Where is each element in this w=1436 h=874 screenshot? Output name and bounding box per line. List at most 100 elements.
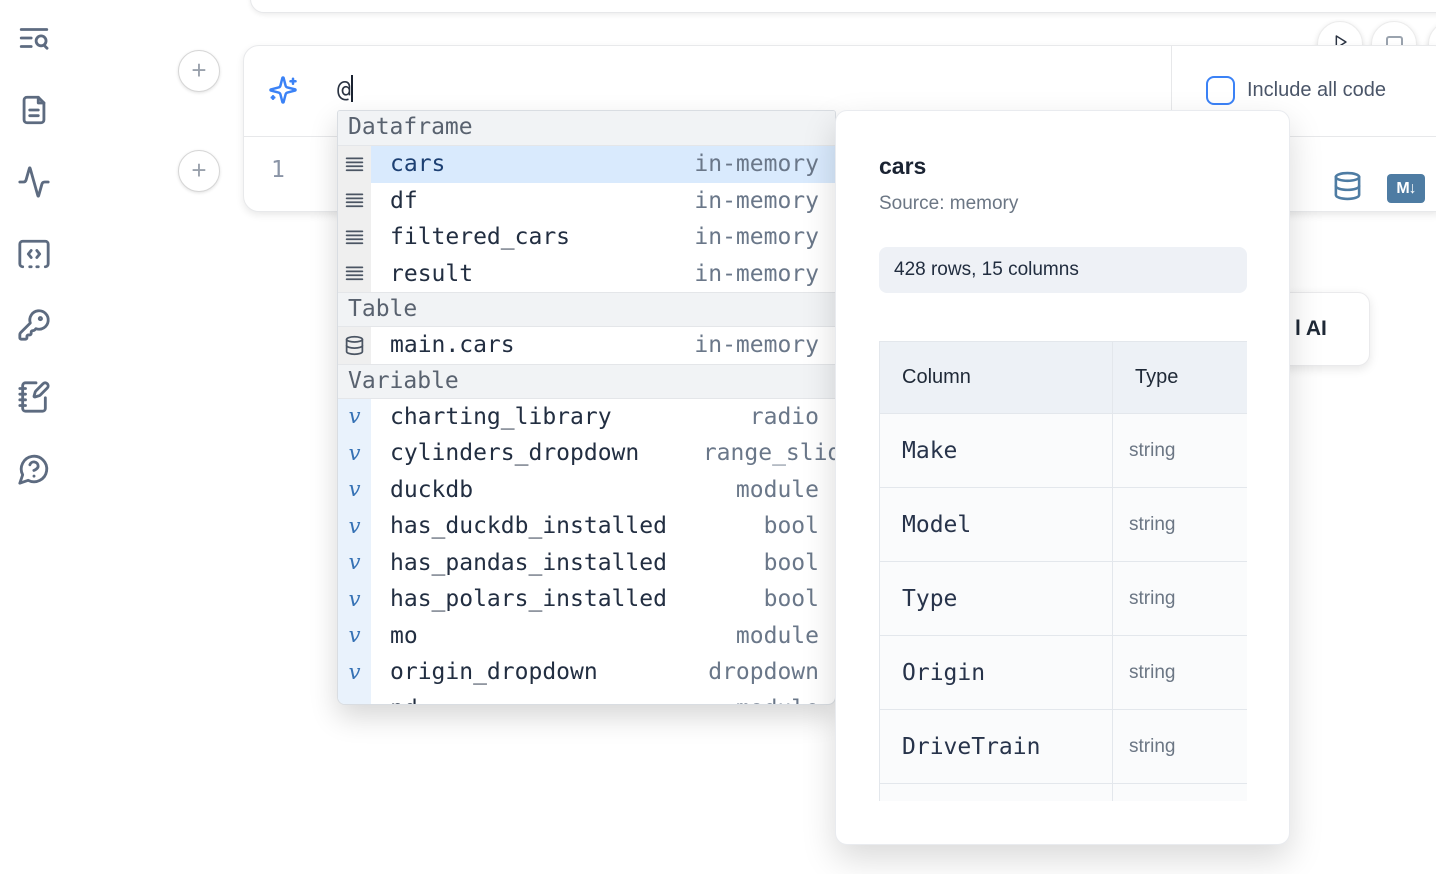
cell-toolbar: M↓: [1332, 168, 1425, 209]
completion-item-type: bool: [764, 550, 819, 576]
completion-item-type: radio: [750, 404, 819, 430]
variable-icon: v: [338, 435, 371, 472]
completion-item-name: df: [390, 188, 418, 214]
completion-item-name: cylinders_dropdown: [390, 440, 639, 466]
schema-column-type: [1113, 784, 1248, 802]
completion-item-type: in-memory: [694, 224, 819, 250]
completion-item-has_pandas_installed[interactable]: v has_pandas_installed bool: [338, 545, 835, 582]
toc-search-icon[interactable]: [17, 21, 53, 57]
completion-item-name: origin_dropdown: [390, 659, 598, 685]
completion-item-type: bool: [764, 513, 819, 539]
completion-item-result[interactable]: result in-memory: [338, 256, 835, 293]
preview-shape-badge: 428 rows, 15 columns: [879, 247, 1247, 293]
file-text-icon[interactable]: [17, 93, 53, 129]
variable-icon: v: [338, 618, 371, 655]
schema-column-type: string: [1113, 636, 1248, 710]
schema-column-type: string: [1113, 488, 1248, 562]
completion-item-mo[interactable]: vmo module: [338, 618, 835, 655]
schema-column-name: Type: [880, 562, 1113, 636]
completion-item-filtered_cars[interactable]: filtered_cars in-memory: [338, 219, 835, 256]
variable-icon: v: [338, 508, 371, 545]
completion-item-origin_dropdown[interactable]: vorigin_dropdowndropdown: [338, 654, 835, 691]
completion-item-name: cars: [390, 151, 445, 177]
completion-item-main.cars[interactable]: main.carsin-memory: [338, 327, 835, 364]
completion-item-type: in-memory: [694, 151, 819, 177]
completion-item-has_polars_installed[interactable]: v has_polars_installed bool: [338, 581, 835, 618]
marimo-notebook: + + @ Include all code 1 M↓ Dataframecar…: [0, 0, 1436, 874]
completion-item-type: in-memory: [694, 261, 819, 287]
completion-item-type: in-memory: [694, 188, 819, 214]
dataframe-preview-panel: cars Source: memory 428 rows, 15 columns…: [835, 110, 1290, 845]
variable-icon: v: [338, 472, 371, 509]
schema-column-name: Make: [880, 414, 1113, 488]
activity-icon[interactable]: [17, 165, 53, 201]
completion-item-type: module: [736, 477, 819, 503]
scratchpad-icon[interactable]: [17, 380, 53, 416]
add-cell-above-button[interactable]: +: [178, 50, 220, 92]
include-all-code-label: Include all code: [1247, 79, 1386, 102]
variable-icon: v: [338, 654, 371, 691]
rows-icon: [338, 256, 371, 293]
variable-icon: v: [338, 399, 371, 436]
variable-icon: v: [338, 581, 371, 618]
help-chat-icon[interactable]: [17, 452, 53, 488]
rows-icon: [338, 146, 371, 183]
schema-column-name: DriveTrain: [880, 710, 1113, 784]
schema-column-type: string: [1113, 710, 1248, 784]
ai-prompt-input[interactable]: @: [337, 75, 353, 103]
completion-item-name: mo: [390, 623, 418, 649]
schema-table: ColumnType MakestringModelstringTypestri…: [879, 341, 1247, 801]
sparkles-icon: [268, 75, 298, 105]
key-icon[interactable]: [17, 308, 53, 344]
variable-icon: v: [338, 545, 371, 582]
completion-item-has_duckdb_installed[interactable]: vhas_duckdb_installedbool: [338, 508, 835, 545]
completion-item-duckdb[interactable]: vduckdb module: [338, 472, 835, 509]
include-all-code-checkbox[interactable]: [1206, 76, 1235, 105]
completion-item-name: result: [390, 261, 473, 287]
completion-item-df[interactable]: df in-memory: [338, 183, 835, 220]
completion-item-type: module: [736, 696, 819, 705]
completion-section-header: Dataframe: [338, 111, 835, 146]
schema-row: [880, 784, 1248, 802]
generate-with-ai-button[interactable]: l AI: [1278, 292, 1370, 366]
schema-column-type: string: [1113, 414, 1248, 488]
completion-item-type: module: [736, 623, 819, 649]
completion-item-type: bool: [764, 586, 819, 612]
schema-row: Modelstring: [880, 488, 1248, 562]
completion-item-cylinders_dropdown[interactable]: v cylinders_dropdown range_slider: [338, 435, 835, 472]
completion-section-header: Variable: [338, 364, 835, 399]
completion-item-name: has_polars_installed: [390, 586, 667, 612]
schema-table-wrap: ColumnType MakestringModelstringTypestri…: [879, 341, 1247, 801]
database-icon: [338, 327, 371, 364]
schema-row: DriveTrainstring: [880, 710, 1248, 784]
variable-icon: v: [338, 691, 371, 706]
completion-item-cars[interactable]: cars in-memory: [338, 146, 835, 183]
code-snippets-icon[interactable]: [17, 237, 53, 273]
rows-icon: [338, 183, 371, 220]
sidebar: [0, 0, 70, 874]
completion-item-pd[interactable]: v pd module: [338, 691, 835, 706]
markdown-icon[interactable]: M↓: [1387, 174, 1425, 203]
schema-column-name: Model: [880, 488, 1113, 562]
completion-item-name: main.cars: [390, 332, 515, 358]
schema-column-type: string: [1113, 562, 1248, 636]
completion-item-name: filtered_cars: [390, 224, 570, 250]
autocomplete-popup: Dataframecarsin-memorydfin-memoryfiltere…: [337, 110, 836, 705]
rows-icon: [338, 219, 371, 256]
add-cell-below-button[interactable]: +: [178, 150, 220, 192]
text-cursor: [351, 75, 353, 102]
completion-item-name: has_pandas_installed: [390, 550, 667, 576]
schema-header-type: Type: [1113, 342, 1248, 414]
completion-section-header: Table: [338, 292, 835, 327]
database-icon[interactable]: [1332, 168, 1363, 209]
completion-item-name: pd: [390, 696, 418, 705]
schema-column-name: Origin: [880, 636, 1113, 710]
completion-item-charting_library[interactable]: vcharting_libraryradio: [338, 399, 835, 436]
preview-source: Source: memory: [879, 193, 1245, 215]
line-number: 1: [271, 157, 285, 183]
completion-item-name: duckdb: [390, 477, 473, 503]
previous-cell-edge: [250, 0, 1436, 13]
completion-item-type: range_slider: [703, 440, 836, 466]
schema-header-column: Column: [880, 342, 1113, 414]
schema-row: Typestring: [880, 562, 1248, 636]
